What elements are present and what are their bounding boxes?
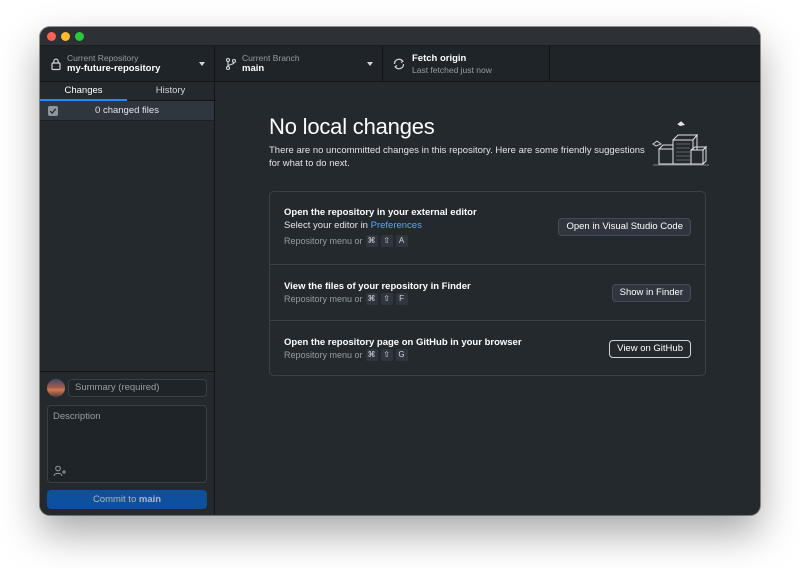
git-branch-icon	[225, 57, 237, 71]
action-open-editor: Open the repository in your external edi…	[270, 192, 705, 265]
action-title: Open the repository in your external edi…	[284, 207, 477, 218]
chevron-down-icon	[367, 62, 373, 66]
action-show-in-finder: View the files of your repository in Fin…	[270, 265, 705, 321]
shortcut-label: Repository menu or	[284, 236, 363, 246]
shift-key: ⇧	[380, 235, 393, 247]
app-window: Current Repository my-future-repository …	[40, 27, 760, 515]
select-all-checkbox[interactable]	[48, 106, 58, 116]
changed-files-header: 0 changed files	[40, 101, 214, 121]
commit-button-label: Commit to	[92, 494, 139, 505]
action-subtitle: Select your editor in Preferences	[284, 220, 422, 231]
commit-button[interactable]: Commit to main	[47, 490, 207, 509]
sync-icon	[393, 58, 405, 70]
tab-history[interactable]: History	[127, 82, 214, 100]
fetch-title: Fetch origin	[412, 53, 467, 64]
action-title: Open the repository page on GitHub in yo…	[284, 337, 522, 348]
letter-key: G	[395, 349, 408, 361]
empty-boxes-illustration-icon	[652, 120, 709, 166]
keyboard-shortcut: Repository menu or ⌘ ⇧ G	[284, 349, 408, 361]
chevron-down-icon	[199, 62, 205, 66]
avatar	[47, 379, 65, 397]
action-view-on-github: Open the repository page on GitHub in yo…	[270, 321, 705, 375]
repo-label: Current Repository	[67, 53, 139, 63]
letter-key: F	[395, 293, 408, 305]
action-subtitle-text: Select your editor in	[284, 220, 371, 231]
current-branch-dropdown[interactable]: Current Branch main	[215, 46, 383, 81]
zoom-window-button[interactable]	[75, 32, 84, 41]
main-panel: No local changes There are no uncommitte…	[215, 82, 760, 515]
command-key: ⌘	[365, 349, 378, 361]
fetch-origin-button[interactable]: Fetch origin Last fetched just now	[383, 46, 550, 81]
shift-key: ⇧	[380, 349, 393, 361]
tab-changes[interactable]: Changes	[40, 82, 127, 101]
shift-key: ⇧	[380, 293, 393, 305]
command-key: ⌘	[365, 293, 378, 305]
sidebar: Changes History 0 changed files Summary …	[40, 82, 215, 515]
action-title: View the files of your repository in Fin…	[284, 281, 471, 292]
page-subtitle: There are no uncommitted changes in this…	[269, 145, 645, 169]
keyboard-shortcut: Repository menu or ⌘ ⇧ F	[284, 293, 408, 305]
keyboard-shortcut: Repository menu or ⌘ ⇧ A	[284, 235, 408, 247]
open-in-editor-button[interactable]: Open in Visual Studio Code	[558, 218, 691, 236]
shortcut-label: Repository menu or	[284, 350, 363, 360]
toolbar: Current Repository my-future-repository …	[40, 46, 760, 82]
summary-input[interactable]: Summary (required)	[68, 379, 207, 397]
description-input[interactable]: Description	[47, 405, 207, 483]
command-key: ⌘	[365, 235, 378, 247]
branch-label: Current Branch	[242, 53, 300, 63]
repo-name: my-future-repository	[67, 63, 161, 74]
letter-key: A	[395, 235, 408, 247]
show-in-finder-button[interactable]: Show in Finder	[611, 284, 691, 302]
minimize-window-button[interactable]	[61, 32, 70, 41]
lock-icon	[51, 58, 61, 71]
page-title: No local changes	[269, 114, 435, 139]
fetch-status: Last fetched just now	[412, 65, 492, 75]
suggested-actions: Open the repository in your external edi…	[269, 191, 706, 376]
description-placeholder: Description	[53, 411, 101, 422]
close-window-button[interactable]	[47, 32, 56, 41]
preferences-link[interactable]: Preferences	[371, 220, 422, 231]
view-on-github-button[interactable]: View on GitHub	[609, 340, 691, 358]
changed-files-count: 0 changed files	[95, 105, 159, 116]
branch-name: main	[242, 63, 265, 74]
check-icon	[49, 108, 57, 114]
shortcut-label: Repository menu or	[284, 294, 363, 304]
commit-button-branch: main	[138, 494, 162, 505]
title-bar	[40, 27, 760, 46]
commit-panel: Summary (required) Description Commit to…	[40, 371, 214, 515]
current-repository-dropdown[interactable]: Current Repository my-future-repository	[40, 46, 215, 81]
person-add-icon[interactable]	[53, 465, 67, 477]
sidebar-tabs: Changes History	[40, 82, 214, 101]
